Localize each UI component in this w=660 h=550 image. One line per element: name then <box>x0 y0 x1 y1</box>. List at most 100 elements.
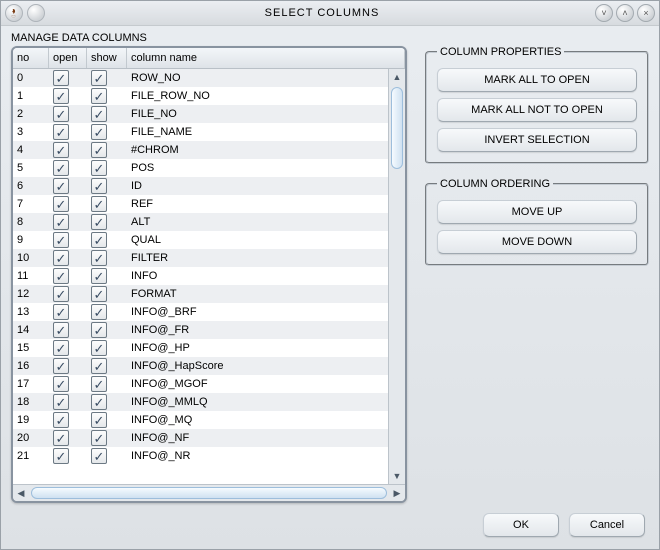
show-checkbox[interactable]: ✓ <box>91 178 107 194</box>
scroll-up-icon[interactable]: ▲ <box>391 71 403 83</box>
cell-show: ✓ <box>87 340 127 356</box>
show-checkbox[interactable]: ✓ <box>91 160 107 176</box>
table-row[interactable]: 17✓✓INFO@_MGOF <box>13 375 388 393</box>
table-row[interactable]: 14✓✓INFO@_FR <box>13 321 388 339</box>
table-row[interactable]: 11✓✓INFO <box>13 267 388 285</box>
table-row[interactable]: 8✓✓ALT <box>13 213 388 231</box>
table-row[interactable]: 9✓✓QUAL <box>13 231 388 249</box>
vertical-scrollbar[interactable]: ▲ ▼ <box>388 69 405 484</box>
show-checkbox[interactable]: ✓ <box>91 142 107 158</box>
cell-column-name: INFO@_HP <box>127 342 388 354</box>
mark-all-not-open-button[interactable]: MARK ALL NOT TO OPEN <box>437 98 637 122</box>
table-row[interactable]: 3✓✓FILE_NAME <box>13 123 388 141</box>
cell-show: ✓ <box>87 286 127 302</box>
show-checkbox[interactable]: ✓ <box>91 376 107 392</box>
open-checkbox[interactable]: ✓ <box>53 88 69 104</box>
move-down-button[interactable]: MOVE DOWN <box>437 230 637 254</box>
app-icon <box>27 4 45 22</box>
scroll-thumb-horizontal[interactable] <box>31 487 387 499</box>
open-checkbox[interactable]: ✓ <box>53 214 69 230</box>
open-checkbox[interactable]: ✓ <box>53 142 69 158</box>
show-checkbox[interactable]: ✓ <box>91 250 107 266</box>
table-row[interactable]: 15✓✓INFO@_HP <box>13 339 388 357</box>
scroll-down-icon[interactable]: ▼ <box>391 470 403 482</box>
open-checkbox[interactable]: ✓ <box>53 160 69 176</box>
cell-column-name: FILE_NO <box>127 108 388 120</box>
show-checkbox[interactable]: ✓ <box>91 232 107 248</box>
ok-button[interactable]: OK <box>483 513 559 537</box>
show-checkbox[interactable]: ✓ <box>91 394 107 410</box>
show-checkbox[interactable]: ✓ <box>91 340 107 356</box>
open-checkbox[interactable]: ✓ <box>53 412 69 428</box>
table-row[interactable]: 18✓✓INFO@_MMLQ <box>13 393 388 411</box>
show-checkbox[interactable]: ✓ <box>91 124 107 140</box>
header-no[interactable]: no <box>13 48 49 68</box>
open-checkbox[interactable]: ✓ <box>53 376 69 392</box>
cell-open: ✓ <box>49 340 87 356</box>
table-header: no open show column name <box>13 48 405 69</box>
open-checkbox[interactable]: ✓ <box>53 430 69 446</box>
invert-selection-button[interactable]: INVERT SELECTION <box>437 128 637 152</box>
show-checkbox[interactable]: ✓ <box>91 322 107 338</box>
table-row[interactable]: 0✓✓ROW_NO <box>13 69 388 87</box>
move-up-button[interactable]: MOVE UP <box>437 200 637 224</box>
show-checkbox[interactable]: ✓ <box>91 412 107 428</box>
open-checkbox[interactable]: ✓ <box>53 358 69 374</box>
show-checkbox[interactable]: ✓ <box>91 88 107 104</box>
scroll-right-icon[interactable]: ▶ <box>391 487 403 499</box>
open-checkbox[interactable]: ✓ <box>53 250 69 266</box>
table-row[interactable]: 4✓✓#CHROM <box>13 141 388 159</box>
cell-no: 3 <box>13 126 49 138</box>
open-checkbox[interactable]: ✓ <box>53 178 69 194</box>
table-row[interactable]: 12✓✓FORMAT <box>13 285 388 303</box>
show-checkbox[interactable]: ✓ <box>91 196 107 212</box>
open-checkbox[interactable]: ✓ <box>53 286 69 302</box>
cancel-button[interactable]: Cancel <box>569 513 645 537</box>
scroll-thumb-vertical[interactable] <box>391 87 403 169</box>
minimize-button[interactable]: ˅ <box>595 4 613 22</box>
table-row[interactable]: 7✓✓REF <box>13 195 388 213</box>
cell-open: ✓ <box>49 196 87 212</box>
show-checkbox[interactable]: ✓ <box>91 358 107 374</box>
header-name[interactable]: column name <box>127 48 405 68</box>
horizontal-scrollbar[interactable]: ◀ ▶ <box>13 484 405 501</box>
table-row[interactable]: 16✓✓INFO@_HapScore <box>13 357 388 375</box>
show-checkbox[interactable]: ✓ <box>91 448 107 464</box>
open-checkbox[interactable]: ✓ <box>53 124 69 140</box>
table-row[interactable]: 5✓✓POS <box>13 159 388 177</box>
open-checkbox[interactable]: ✓ <box>53 304 69 320</box>
table-row[interactable]: 20✓✓INFO@_NF <box>13 429 388 447</box>
show-checkbox[interactable]: ✓ <box>91 430 107 446</box>
show-checkbox[interactable]: ✓ <box>91 286 107 302</box>
table-row[interactable]: 21✓✓INFO@_NR <box>13 447 388 465</box>
cell-column-name: #CHROM <box>127 144 388 156</box>
open-checkbox[interactable]: ✓ <box>53 232 69 248</box>
show-checkbox[interactable]: ✓ <box>91 106 107 122</box>
open-checkbox[interactable]: ✓ <box>53 394 69 410</box>
table-row[interactable]: 6✓✓ID <box>13 177 388 195</box>
open-checkbox[interactable]: ✓ <box>53 322 69 338</box>
header-show[interactable]: show <box>87 48 127 68</box>
open-checkbox[interactable]: ✓ <box>53 448 69 464</box>
open-checkbox[interactable]: ✓ <box>53 340 69 356</box>
header-open[interactable]: open <box>49 48 87 68</box>
maximize-button[interactable]: ˄ <box>616 4 634 22</box>
open-checkbox[interactable]: ✓ <box>53 196 69 212</box>
column-ordering-title: COLUMN ORDERING <box>437 178 553 190</box>
table-row[interactable]: 10✓✓FILTER <box>13 249 388 267</box>
table-row[interactable]: 1✓✓FILE_ROW_NO <box>13 87 388 105</box>
table-row[interactable]: 19✓✓INFO@_MQ <box>13 411 388 429</box>
table-row[interactable]: 2✓✓FILE_NO <box>13 105 388 123</box>
show-checkbox[interactable]: ✓ <box>91 214 107 230</box>
mark-all-open-button[interactable]: MARK ALL TO OPEN <box>437 68 637 92</box>
table-row[interactable]: 13✓✓INFO@_BRF <box>13 303 388 321</box>
show-checkbox[interactable]: ✓ <box>91 268 107 284</box>
open-checkbox[interactable]: ✓ <box>53 268 69 284</box>
open-checkbox[interactable]: ✓ <box>53 106 69 122</box>
cell-no: 0 <box>13 72 49 84</box>
open-checkbox[interactable]: ✓ <box>53 70 69 86</box>
show-checkbox[interactable]: ✓ <box>91 70 107 86</box>
close-button[interactable]: × <box>637 4 655 22</box>
show-checkbox[interactable]: ✓ <box>91 304 107 320</box>
scroll-left-icon[interactable]: ◀ <box>15 487 27 499</box>
